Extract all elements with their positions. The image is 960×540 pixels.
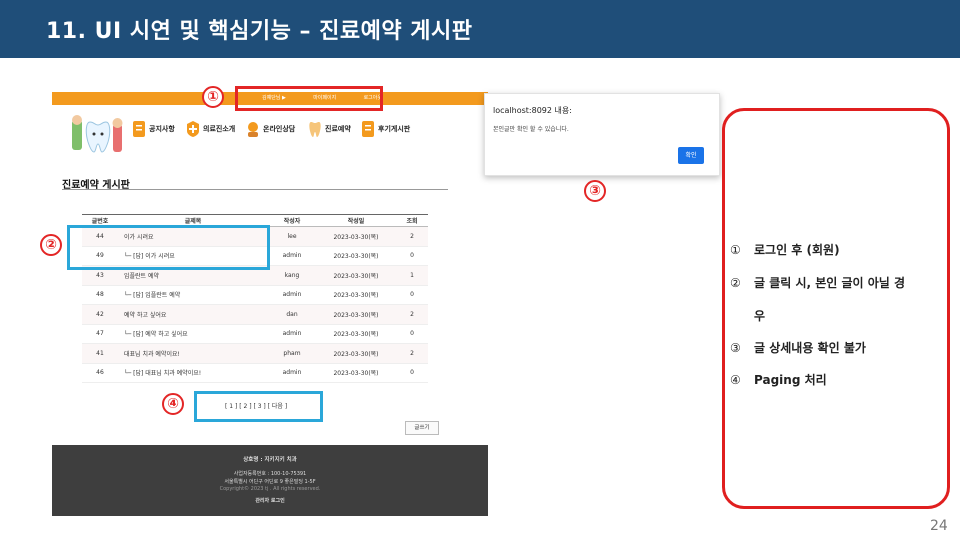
slide-title-bar: 11. UI 시연 및 핵심기능 – 진료예약 게시판 xyxy=(0,0,960,58)
description-panel: ① 로그인 후 (회원) ②글 클릭 시, 본인 글이 아닐 경 우 ③글 상세내… xyxy=(722,108,950,509)
table-row[interactable]: 41 대표님 치과 예약이요! pham 2023-03-30(목) 2 xyxy=(82,343,428,364)
website-screenshot: 김예단님 ▶ 마이페이지 로그아웃 공지사항 의료진소개 온라인상담 진료예약 … xyxy=(52,92,488,516)
cell-views: 2 xyxy=(396,226,428,247)
annotation-box-top-links xyxy=(235,86,383,111)
cell-post-number: 41 xyxy=(82,343,118,364)
cell-views: 1 xyxy=(396,265,428,286)
document-icon xyxy=(132,120,146,138)
marker-1: ① xyxy=(202,86,224,108)
document-icon xyxy=(361,120,375,138)
cell-post-number: 46 xyxy=(82,363,118,383)
cell-post-number: 47 xyxy=(82,324,118,344)
cell-date: 2023-03-30(목) xyxy=(316,285,396,305)
cell-date: 2023-03-30(목) xyxy=(316,265,396,286)
cell-author: pham xyxy=(268,343,316,364)
cell-post-title[interactable]: └─ [답] 임플란트 예약 xyxy=(118,285,268,305)
headset-icon xyxy=(246,120,260,138)
marker-4: ④ xyxy=(162,393,184,415)
menu-reservation[interactable]: 진료예약 xyxy=(308,120,351,138)
col-header-date: 작성일 xyxy=(316,214,396,227)
dialog-message: 본인글만 확인 할 수 있습니다. xyxy=(493,126,569,133)
cell-views: 0 xyxy=(396,324,428,344)
menu-online-consult[interactable]: 온라인상담 xyxy=(246,120,295,138)
clinic-logo[interactable] xyxy=(68,114,126,158)
cell-date: 2023-03-30(목) xyxy=(316,246,396,266)
cell-author: admin xyxy=(268,363,316,383)
write-button[interactable]: 글쓰기 xyxy=(405,421,439,435)
cell-post-title[interactable]: └─ [답] 예약 하고 싶어요 xyxy=(118,324,268,344)
cell-author: admin xyxy=(268,285,316,305)
cell-post-title[interactable]: 대표님 치과 예약이요! xyxy=(118,343,268,364)
tooth-icon xyxy=(308,120,322,138)
cell-post-number: 42 xyxy=(82,304,118,325)
board-title-divider xyxy=(62,189,448,190)
cell-views: 0 xyxy=(396,363,428,383)
cell-post-title[interactable]: └─ [답] 대표님 치과 예약이요! xyxy=(118,363,268,383)
dialog-title: localhost:8092 내용: xyxy=(493,106,572,115)
description-item: ① 로그인 후 (회원) xyxy=(730,243,840,257)
site-footer: 상호명 : 지키지키 치과 사업자등록번호 : 100-10-75391 서울특… xyxy=(52,445,488,516)
admin-login-link[interactable]: 관리자 로그인 xyxy=(52,497,488,504)
cell-date: 2023-03-30(목) xyxy=(316,304,396,325)
footer-address: 서울특별시 어딘구 어딘로 9 좋은빌딩 1-5F xyxy=(224,479,316,485)
cell-date: 2023-03-30(목) xyxy=(316,343,396,364)
cell-post-number: 48 xyxy=(82,285,118,305)
cell-author: dan xyxy=(268,304,316,325)
description-item: ②글 클릭 시, 본인 글이 아닐 경 xyxy=(730,276,906,290)
description-item: ④ Paging 처리 xyxy=(730,373,827,387)
cell-author: admin xyxy=(268,246,316,266)
annotation-box-pagination xyxy=(194,391,323,422)
table-row[interactable]: 42 예약 하고 싶어요 dan 2023-03-30(목) 2 xyxy=(82,304,428,325)
menu-notice[interactable]: 공지사항 xyxy=(132,120,175,138)
cell-views: 0 xyxy=(396,246,428,266)
annotation-box-post-rows xyxy=(67,225,270,270)
cell-date: 2023-03-30(목) xyxy=(316,363,396,383)
cell-author: lee xyxy=(268,226,316,247)
cell-views: 0 xyxy=(396,285,428,305)
cell-views: 2 xyxy=(396,343,428,364)
description-item-continued: 우 xyxy=(754,309,766,323)
table-row[interactable]: 47 └─ [답] 예약 하고 싶어요 admin 2023-03-30(목) 0 xyxy=(82,324,428,344)
col-header-views: 조회 xyxy=(396,214,428,227)
cell-views: 2 xyxy=(396,304,428,325)
menu-reviews[interactable]: 후기게시판 xyxy=(361,120,410,138)
table-row[interactable]: 48 └─ [답] 임플란트 예약 admin 2023-03-30(목) 0 xyxy=(82,285,428,305)
dialog-ok-button[interactable]: 확인 xyxy=(678,147,704,164)
marker-2: ② xyxy=(40,234,62,256)
cell-date: 2023-03-30(목) xyxy=(316,324,396,344)
description-item: ③글 상세내용 확인 불가 xyxy=(730,341,866,355)
slide-title: 11. UI 시연 및 핵심기능 – 진료예약 게시판 xyxy=(46,19,473,44)
footer-copyright: Copyright© 2023 tj . All rights reserved… xyxy=(219,486,321,492)
medical-cross-icon xyxy=(186,120,200,138)
alert-dialog: localhost:8092 내용: 본인글만 확인 할 수 있습니다. 확인 xyxy=(484,93,720,176)
table-row[interactable]: 46 └─ [답] 대표님 치과 예약이요! admin 2023-03-30(목) 0 xyxy=(82,363,428,383)
cell-author: kang xyxy=(268,265,316,286)
cell-author: admin xyxy=(268,324,316,344)
cell-date: 2023-03-30(목) xyxy=(316,226,396,247)
col-header-author: 작성자 xyxy=(268,214,316,227)
footer-company-name: 상호명 : 지키지키 치과 xyxy=(243,457,297,463)
menu-doctors[interactable]: 의료진소개 xyxy=(186,120,235,138)
footer-business-number: 사업자등록번호 : 100-10-75391 xyxy=(233,471,307,477)
marker-3: ③ xyxy=(584,180,606,202)
cell-post-title[interactable]: 예약 하고 싶어요 xyxy=(118,304,268,325)
slide-page-number: 24 xyxy=(930,518,948,534)
